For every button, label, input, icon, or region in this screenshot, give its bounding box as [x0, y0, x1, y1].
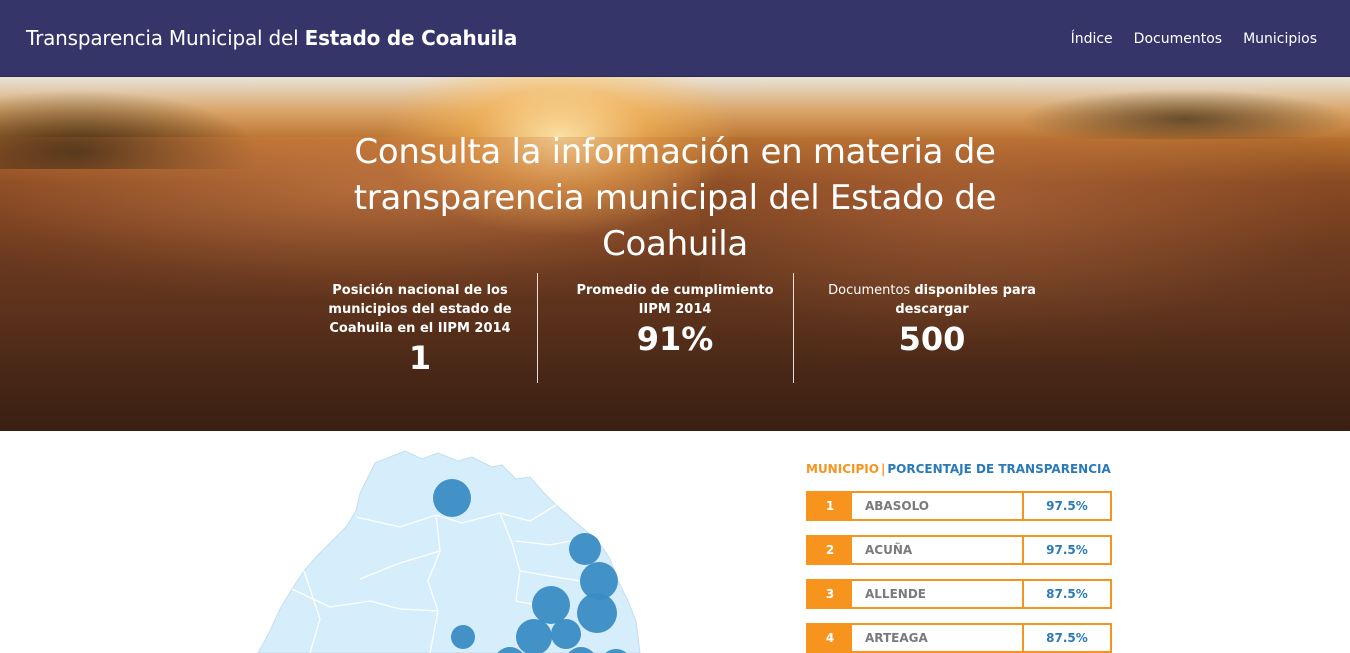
nav-link-municipios[interactable]: Municipios [1243, 31, 1317, 47]
treeline-right [1020, 89, 1350, 139]
stat-label: Documentos disponibles para descargar [822, 281, 1042, 319]
municipality-bubble[interactable] [551, 619, 581, 649]
header-separator: | [880, 462, 886, 476]
rank-number: 3 [808, 581, 852, 607]
nav-link-documentos[interactable]: Documentos [1134, 31, 1222, 47]
ranking-row[interactable]: 3 ALLENDE 87.5% [806, 579, 1112, 609]
rank-number: 4 [808, 625, 852, 651]
brand-bold-text: Estado de Coahuila [304, 26, 518, 50]
stat-value: 1 [408, 339, 432, 377]
stat-documents-available: Documentos disponibles para descargar 50… [822, 281, 1042, 391]
brand-light-text: Transparencia Municipal del [26, 26, 305, 50]
transparency-percentage: 97.5% [1022, 537, 1110, 563]
stat-label-bold: disponibles para descargar [895, 283, 1036, 317]
hero-title: Consulta la información en materia de tr… [353, 132, 997, 264]
municipality-bubble[interactable] [569, 533, 601, 565]
hero-banner: Consulta la información en materia de tr… [0, 77, 1350, 431]
coahuila-map-svg [257, 450, 641, 653]
transparency-percentage: 97.5% [1022, 493, 1110, 519]
transparency-percentage: 87.5% [1022, 581, 1110, 607]
stat-value: 91% [636, 320, 714, 358]
rank-number: 2 [808, 537, 852, 563]
stat-divider [537, 273, 538, 383]
municipality-bubble[interactable] [577, 593, 617, 633]
municipality-name: ACUÑA [865, 543, 913, 557]
stat-value: 500 [898, 320, 966, 358]
ranking-row[interactable]: 2 ACUÑA 97.5% [806, 535, 1112, 565]
municipality-bubble[interactable] [433, 479, 471, 517]
nav-link-indice[interactable]: Índice [1071, 31, 1113, 47]
transparency-ranking: MUNICIPIO | PORCENTAJE DE TRANSPARENCIA 1 … [806, 462, 1112, 653]
ranking-header: MUNICIPIO | PORCENTAJE DE TRANSPARENCIA [806, 462, 1112, 476]
stat-label: Posición nacional de los municipios del … [328, 283, 512, 336]
stats-row: Posición nacional de los municipios del … [300, 273, 1070, 383]
header-porcentaje: PORCENTAJE DE TRANSPARENCIA [887, 462, 1111, 476]
rank-number: 1 [808, 493, 852, 519]
stat-label: Promedio de cumplimiento IIPM 2014 [576, 283, 774, 317]
nav-links: Índice Documentos Municipios [1071, 31, 1317, 47]
municipality-bubble[interactable] [451, 625, 475, 649]
municipality-name: ABASOLO [865, 499, 929, 513]
ranking-row[interactable]: 1 ABASOLO 97.5% [806, 491, 1112, 521]
navbar: Transparencia Municipal del Estado de Co… [0, 0, 1350, 77]
stat-average-compliance: Promedio de cumplimiento IIPM 2014 91% [570, 281, 780, 391]
municipality-bubble[interactable] [532, 586, 570, 624]
stat-label-light: Documentos [828, 283, 915, 298]
stat-divider [793, 273, 794, 383]
municipality-name: ARTEAGA [865, 631, 928, 645]
stat-national-position: Posición nacional de los municipios del … [325, 281, 515, 391]
coahuila-map [200, 431, 760, 653]
header-municipio: MUNICIPIO [806, 462, 879, 476]
transparency-percentage: 87.5% [1022, 625, 1110, 651]
site-brand[interactable]: Transparencia Municipal del Estado de Co… [26, 26, 517, 50]
municipality-name: ALLENDE [865, 587, 926, 601]
ranking-row[interactable]: 4 ARTEAGA 87.5% [806, 623, 1112, 653]
